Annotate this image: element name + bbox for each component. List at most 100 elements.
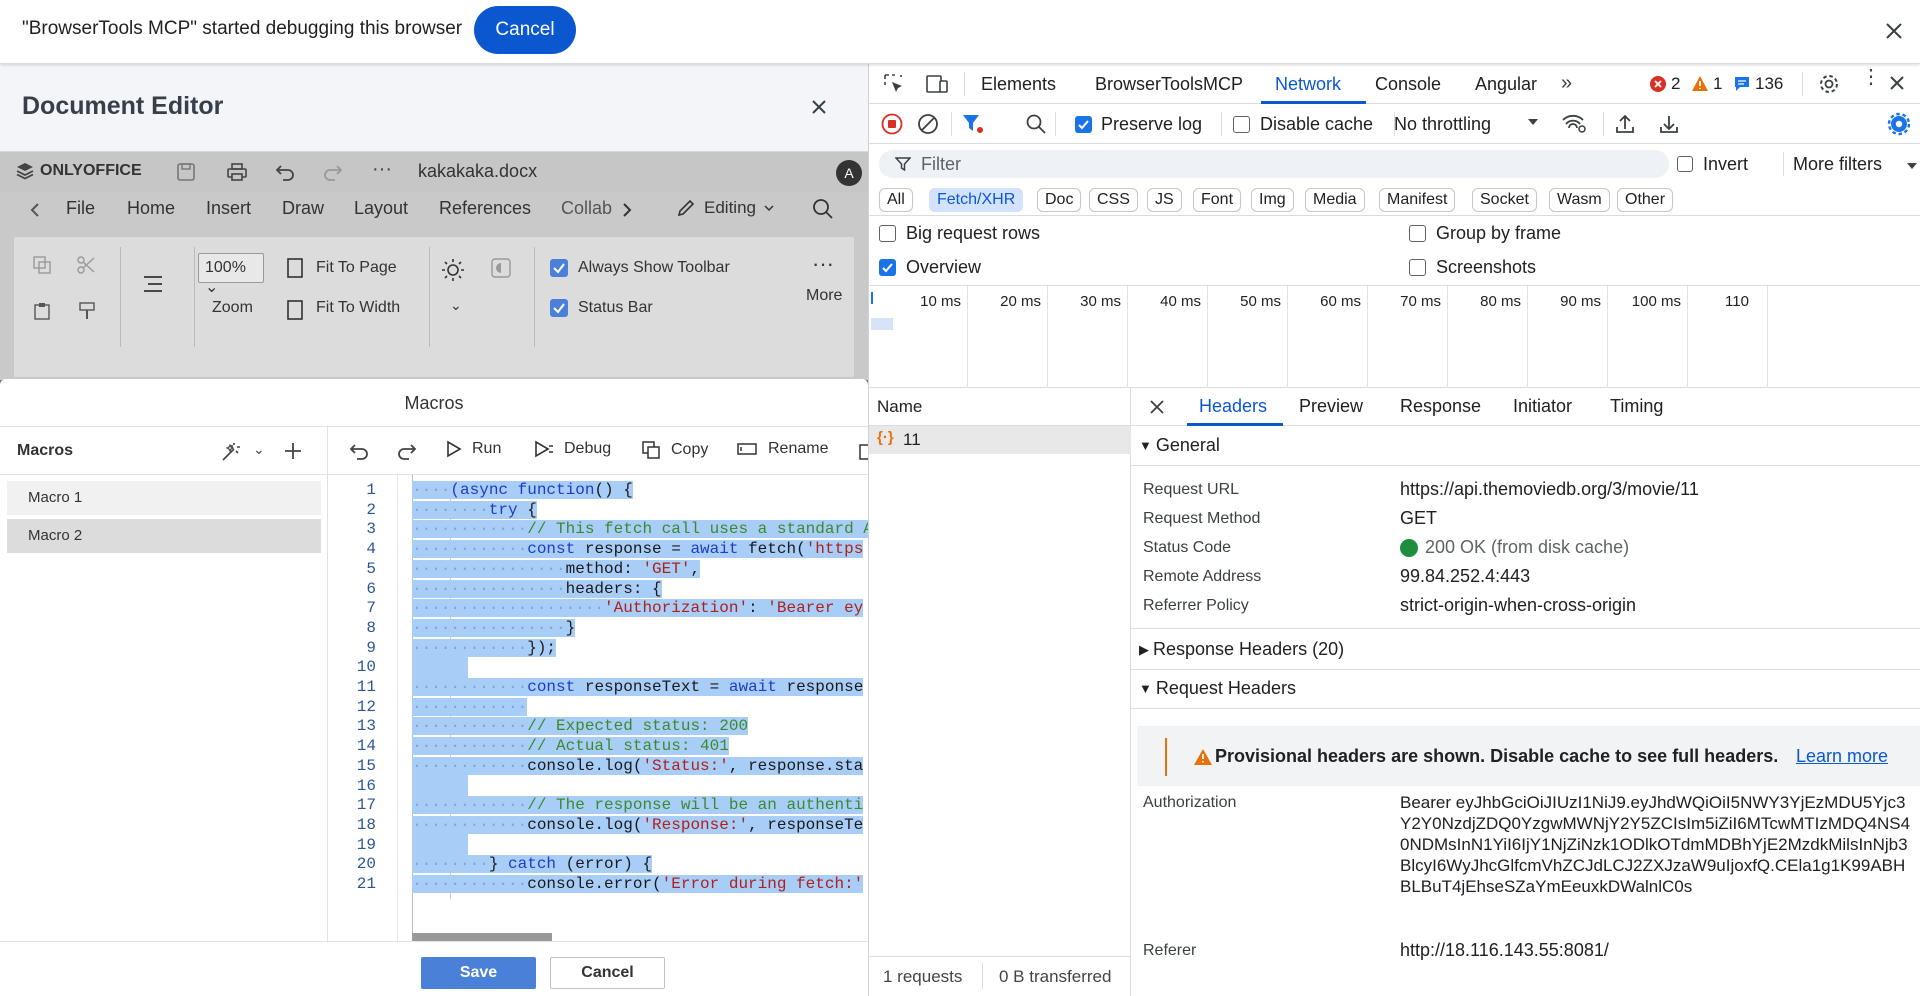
more-filters-button[interactable]: More filters (1793, 154, 1882, 175)
network-conditions-icon[interactable] (1561, 114, 1587, 134)
dark-mode-icon[interactable] (490, 257, 512, 279)
close-icon[interactable] (806, 94, 832, 120)
close-icon[interactable] (1149, 399, 1165, 415)
format-painter-icon[interactable] (78, 301, 96, 321)
run-button[interactable]: Run (446, 440, 501, 458)
menu-references[interactable]: References (439, 198, 531, 219)
more-dots-icon[interactable]: ··· (372, 158, 392, 181)
type-filter-all[interactable]: All (879, 188, 913, 212)
paste-icon[interactable] (32, 301, 52, 321)
download-icon[interactable] (1659, 113, 1679, 135)
fit-page-label[interactable]: Fit To Page (316, 259, 397, 277)
align-icon[interactable] (142, 275, 164, 293)
error-count[interactable]: 2 (1649, 74, 1680, 94)
detail-tab-response[interactable]: Response (1400, 396, 1481, 417)
close-icon[interactable] (1889, 75, 1905, 91)
chevron-down-icon[interactable] (1906, 162, 1918, 170)
detail-tab-initiator[interactable]: Initiator (1513, 396, 1572, 417)
detail-tab-preview[interactable]: Preview (1299, 396, 1363, 417)
network-settings-icon[interactable] (1887, 112, 1911, 136)
warning-count[interactable]: 1 (1691, 74, 1722, 94)
menu-layout[interactable]: Layout (354, 198, 408, 219)
network-overview-timeline[interactable]: 10 ms 20 ms 30 ms 40 ms 50 ms 60 ms 70 ms 80 ms… (869, 286, 1920, 388)
response-headers-toggle[interactable]: ▶ Response Headers (20) (1139, 639, 1344, 660)
cancel-button[interactable]: Cancel (550, 957, 665, 989)
message-count[interactable]: 136 (1733, 74, 1783, 94)
detail-tab-timing[interactable]: Timing (1610, 396, 1663, 417)
throttling-select[interactable]: No throttling (1394, 114, 1491, 135)
kebab-menu-icon[interactable]: ⋮ (1861, 67, 1881, 87)
disable-cache-checkbox[interactable] (1233, 116, 1250, 133)
fit-page-icon[interactable] (286, 257, 304, 279)
menu-file[interactable]: File (66, 198, 95, 219)
type-filter-css[interactable]: CSS (1089, 188, 1138, 212)
learn-more-link[interactable]: Learn more (1796, 746, 1888, 767)
chevron-right-icon[interactable] (622, 202, 632, 218)
macro-item-1[interactable]: Macro 1 (7, 481, 321, 515)
inspect-element-icon[interactable] (883, 73, 905, 95)
code-horizontal-scrollbar[interactable] (412, 933, 552, 941)
detail-tab-headers[interactable]: Headers (1199, 396, 1267, 417)
type-filter-wasm[interactable]: Wasm (1549, 188, 1610, 212)
chevron-down-icon[interactable]: ⌄ (450, 297, 462, 314)
zoom-select[interactable]: 100% ⌄ (198, 253, 264, 296)
overview-checkbox[interactable] (879, 259, 896, 276)
type-filter-socket[interactable]: Socket (1472, 188, 1537, 212)
undo-icon[interactable] (274, 162, 296, 182)
add-macro-icon[interactable] (283, 441, 303, 461)
preserve-log-checkbox[interactable] (1075, 116, 1092, 133)
menu-insert[interactable]: Insert (206, 198, 251, 219)
delete-icon[interactable] (858, 441, 868, 461)
type-filter-js[interactable]: JS (1147, 188, 1182, 212)
more-label[interactable]: More (806, 287, 842, 305)
name-column-header[interactable]: Name (877, 397, 922, 417)
editing-mode-button[interactable]: Editing (676, 198, 774, 218)
fit-width-label[interactable]: Fit To Width (316, 299, 400, 317)
undo-icon[interactable] (348, 441, 370, 461)
chevron-down-icon[interactable]: ⌄ (253, 441, 265, 458)
device-toolbar-icon[interactable] (925, 73, 949, 95)
menu-home[interactable]: Home (127, 198, 175, 219)
macro-item-2[interactable]: Macro 2 (7, 519, 321, 553)
tab-console[interactable]: Console (1375, 74, 1441, 95)
copy-button[interactable]: Copy (641, 440, 708, 460)
fit-width-icon[interactable] (286, 299, 304, 321)
avatar[interactable]: A (836, 160, 862, 186)
more-tabs-icon[interactable]: » (1561, 72, 1572, 95)
search-icon[interactable] (812, 198, 834, 220)
type-filter-fetch-xhr[interactable]: Fetch/XHR (929, 188, 1024, 212)
group-by-frame-checkbox[interactable] (1409, 225, 1426, 242)
menu-collaboration[interactable]: Collab (561, 198, 613, 219)
record-stop-icon[interactable] (881, 113, 903, 135)
type-filter-font[interactable]: Font (1193, 188, 1242, 212)
type-filter-img[interactable]: Img (1251, 188, 1294, 212)
debug-cancel-button[interactable]: Cancel (474, 6, 576, 54)
tab-angular[interactable]: Angular (1475, 74, 1537, 95)
chevron-left-icon[interactable] (30, 202, 40, 218)
copy-style-icon[interactable] (32, 255, 52, 275)
screenshots-checkbox[interactable] (1409, 259, 1426, 276)
ai-magic-icon[interactable] (220, 441, 242, 463)
filter-input[interactable]: Filter (879, 150, 1669, 178)
brightness-icon[interactable] (440, 257, 466, 283)
tab-browsertoolsmcp[interactable]: BrowserToolsMCP (1095, 74, 1243, 95)
filter-icon[interactable] (961, 113, 985, 135)
general-section-toggle[interactable]: ▼ General (1139, 435, 1220, 456)
gear-icon[interactable] (1817, 72, 1841, 96)
redo-icon[interactable] (396, 441, 418, 461)
request-row[interactable]: {·} 11 (869, 426, 1131, 454)
close-icon[interactable] (1880, 17, 1908, 45)
save-icon[interactable] (176, 162, 196, 182)
tab-elements[interactable]: Elements (981, 74, 1056, 95)
chevron-down-icon[interactable] (1527, 118, 1539, 126)
search-icon[interactable] (1025, 113, 1047, 135)
always-show-toolbar-checkbox[interactable] (550, 259, 568, 277)
type-filter-manifest[interactable]: Manifest (1379, 188, 1456, 212)
type-filter-media[interactable]: Media (1305, 188, 1365, 212)
clear-icon[interactable] (917, 113, 939, 135)
tab-network[interactable]: Network (1275, 74, 1341, 95)
more-dots-icon[interactable]: ··· (812, 251, 834, 277)
menu-draw[interactable]: Draw (282, 198, 324, 219)
cut-icon[interactable] (76, 255, 96, 275)
invert-checkbox[interactable] (1677, 156, 1693, 172)
